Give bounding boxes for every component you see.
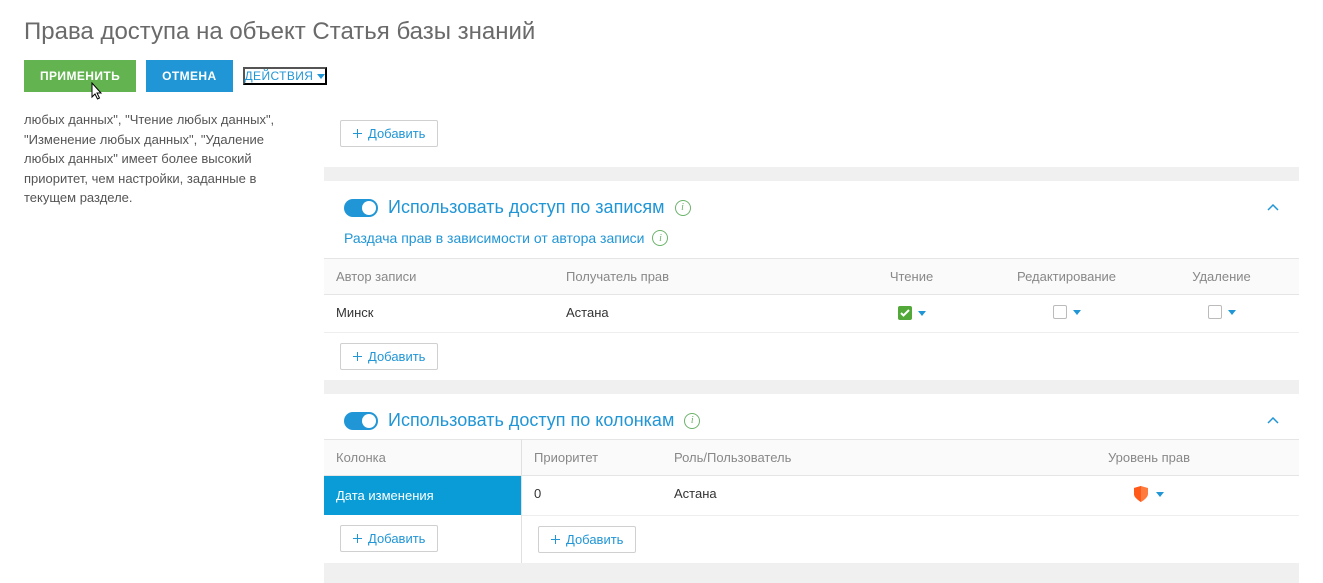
shield-icon: [1134, 486, 1148, 502]
info-icon[interactable]: i: [675, 200, 691, 216]
th-column: Колонка: [324, 439, 521, 476]
th-edit: Редактирование: [989, 259, 1144, 294]
chevron-down-icon: [317, 74, 325, 79]
table-row[interactable]: 0 Астана: [522, 476, 1299, 516]
info-icon[interactable]: i: [652, 230, 668, 246]
sidebar-help-text: любых данных", "Чтение любых данных", "И…: [24, 110, 324, 228]
info-icon[interactable]: i: [684, 413, 700, 429]
checkbox-checked-icon: [898, 306, 912, 320]
chevron-down-icon: [1073, 310, 1081, 315]
plus-icon: [551, 535, 560, 544]
actions-dropdown[interactable]: ДЕЙСТВИЯ: [243, 67, 328, 85]
table-row[interactable]: Минск Астана: [324, 295, 1299, 333]
collapse-icon[interactable]: [1267, 417, 1279, 425]
add-button-records[interactable]: Добавить: [340, 343, 438, 370]
cell-author: Минск: [324, 295, 554, 332]
plus-icon: [353, 352, 362, 361]
cell-priority: 0: [522, 476, 662, 515]
toolbar: ПРИМЕНИТЬ ОТМЕНА ДЕЙСТВИЯ: [24, 60, 1299, 92]
add-button-column-left[interactable]: Добавить: [340, 525, 438, 552]
subsection-records-title: Раздача прав в зависимости от автора зап…: [344, 230, 644, 246]
cell-role: Астана: [662, 476, 999, 515]
main-content: Добавить Использовать доступ по записям …: [324, 110, 1299, 583]
th-author: Автор записи: [324, 259, 554, 294]
cancel-button[interactable]: ОТМЕНА: [146, 60, 232, 92]
chevron-down-icon: [1156, 492, 1164, 497]
th-read: Чтение: [834, 259, 989, 294]
delete-permission-cell[interactable]: [1208, 305, 1236, 319]
plus-icon: [353, 129, 362, 138]
th-recipient: Получатель прав: [554, 259, 834, 294]
apply-button[interactable]: ПРИМЕНИТЬ: [24, 60, 136, 92]
edit-permission-cell[interactable]: [1053, 305, 1081, 319]
th-role: Роль/Пользователь: [662, 440, 999, 475]
add-label: Добавить: [566, 532, 623, 547]
collapse-icon[interactable]: [1267, 204, 1279, 212]
th-priority: Приоритет: [522, 440, 662, 475]
add-label: Добавить: [368, 126, 425, 141]
toggle-records-access[interactable]: [344, 199, 378, 217]
chevron-down-icon: [1228, 310, 1236, 315]
section-records-title: Использовать доступ по записям: [388, 197, 665, 218]
section-columns-title: Использовать доступ по колонкам: [388, 410, 674, 431]
actions-label: ДЕЙСТВИЯ: [245, 69, 314, 83]
add-label: Добавить: [368, 531, 425, 546]
checkbox-unchecked-icon: [1208, 305, 1222, 319]
add-button-top[interactable]: Добавить: [340, 120, 438, 147]
add-label: Добавить: [368, 349, 425, 364]
plus-icon: [353, 534, 362, 543]
checkbox-unchecked-icon: [1053, 305, 1067, 319]
chevron-down-icon: [918, 311, 926, 316]
read-permission-cell[interactable]: [898, 306, 926, 320]
th-level: Уровень прав: [999, 440, 1299, 475]
column-row-selected[interactable]: Дата изменения: [324, 476, 521, 515]
access-level-cell[interactable]: [1134, 486, 1164, 502]
th-delete: Удаление: [1144, 259, 1299, 294]
page-title: Права доступа на объект Статья базы знан…: [24, 18, 1299, 46]
toggle-columns-access[interactable]: [344, 412, 378, 430]
cell-recipient: Астана: [554, 295, 834, 332]
